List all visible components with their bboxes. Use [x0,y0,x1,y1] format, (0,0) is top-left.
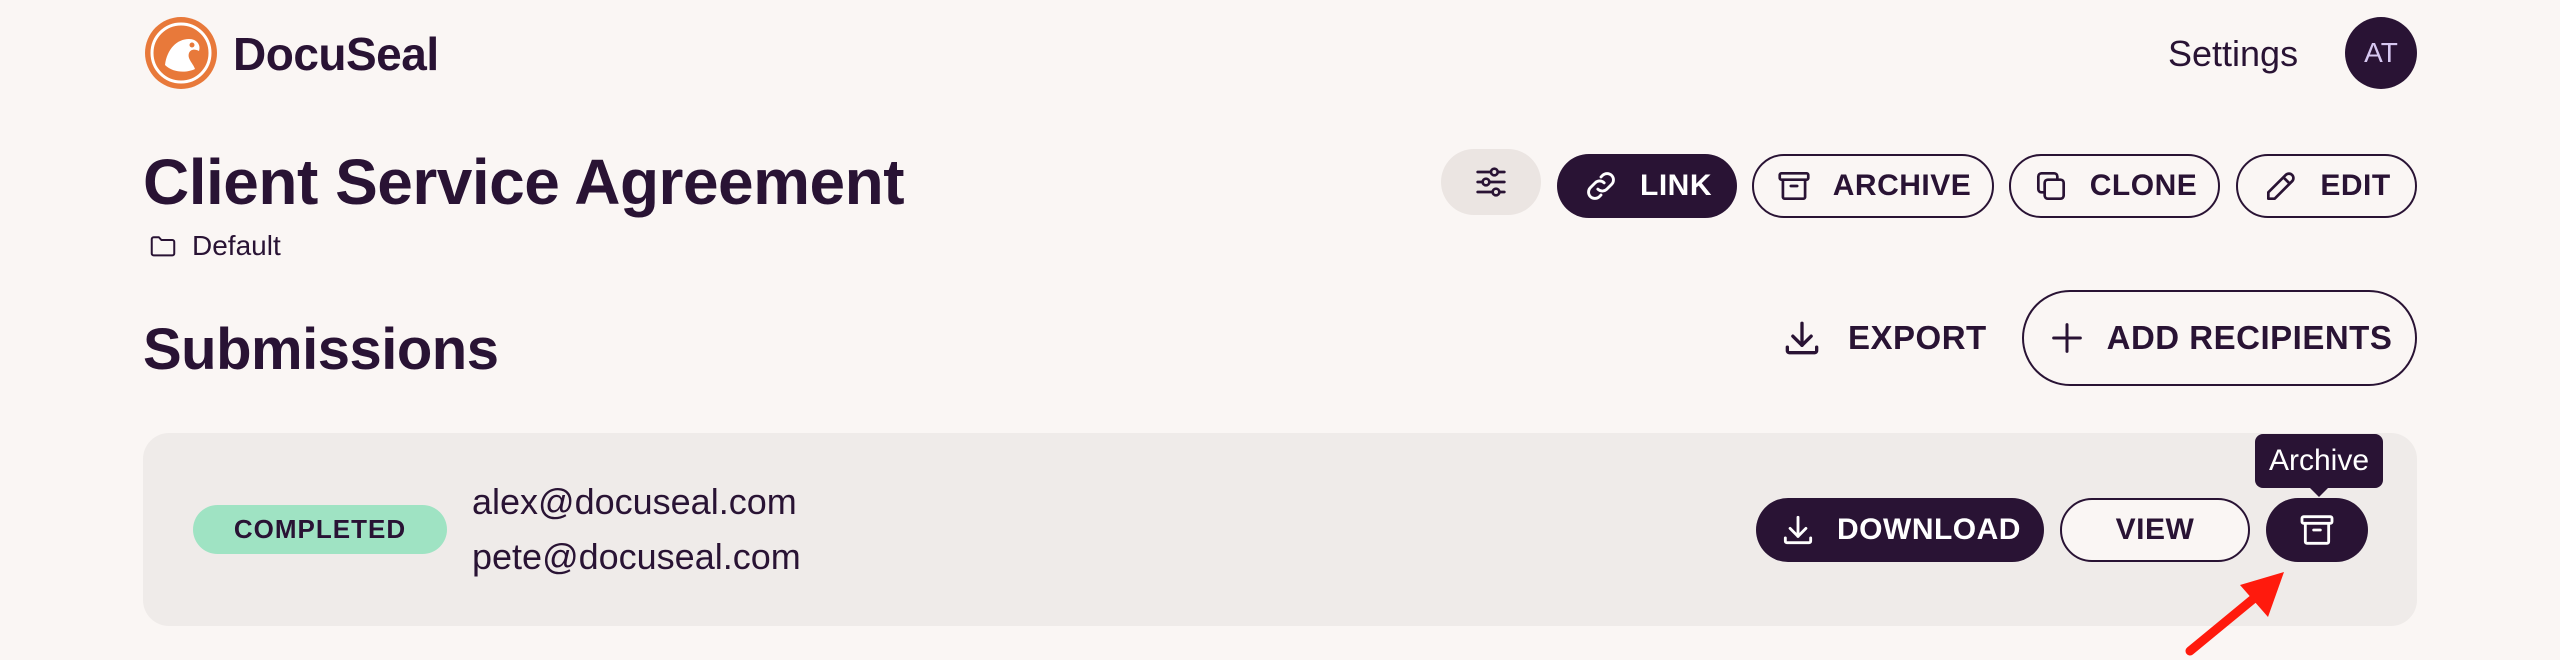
edit-button[interactable]: EDIT [2236,154,2417,218]
submissions-heading: Submissions [143,317,499,382]
plus-icon [2047,318,2087,358]
preferences-button[interactable] [1441,149,1541,215]
tooltip-tail [2309,487,2329,497]
link-icon [1582,167,1620,205]
export-label: EXPORT [1848,319,1987,356]
clone-button[interactable]: CLONE [2009,154,2220,218]
download-button[interactable]: DOWNLOAD [1756,498,2044,562]
archive-tooltip: Archive [2255,434,2383,488]
download-icon [1780,316,1824,360]
folder-icon [146,231,180,261]
settings-link[interactable]: Settings [2168,28,2298,80]
status-badge: COMPLETED [193,505,447,554]
edit-button-label: EDIT [2320,169,2391,202]
brand-name: DocuSeal [233,28,439,80]
archive-template-button[interactable]: ARCHIVE [1752,154,1994,218]
archive-button-label: ARCHIVE [1832,169,1972,202]
clone-button-label: CLONE [2089,169,2198,202]
submitter-email[interactable]: alex@docuseal.com [472,478,797,526]
link-button[interactable]: LINK [1557,154,1737,218]
sliders-icon [1471,162,1511,202]
archive-icon [1775,167,1813,205]
copy-icon [2032,167,2070,205]
link-button-label: LINK [1640,169,1712,202]
folder-link[interactable]: Default [146,228,281,264]
user-avatar[interactable]: AT [2345,17,2417,89]
add-recipients-button[interactable]: ADD RECIPIENTS [2022,290,2417,386]
pencil-icon [2262,167,2300,205]
add-recipients-label: ADD RECIPIENTS [2106,319,2393,356]
page-title: Client Service Agreement [143,146,905,218]
submitter-email[interactable]: pete@docuseal.com [472,533,801,581]
annotation-arrow [2180,555,2300,660]
download-button-label: DOWNLOAD [1837,513,2021,546]
docuseal-logo[interactable] [143,15,219,91]
download-icon [1779,511,1817,549]
archive-submission-button[interactable] [2266,498,2368,562]
folder-name: Default [192,230,281,261]
archive-icon [2297,510,2337,550]
view-button[interactable]: VIEW [2060,498,2250,562]
view-button-label: VIEW [2115,513,2195,546]
export-button[interactable]: EXPORT [1780,312,1987,364]
